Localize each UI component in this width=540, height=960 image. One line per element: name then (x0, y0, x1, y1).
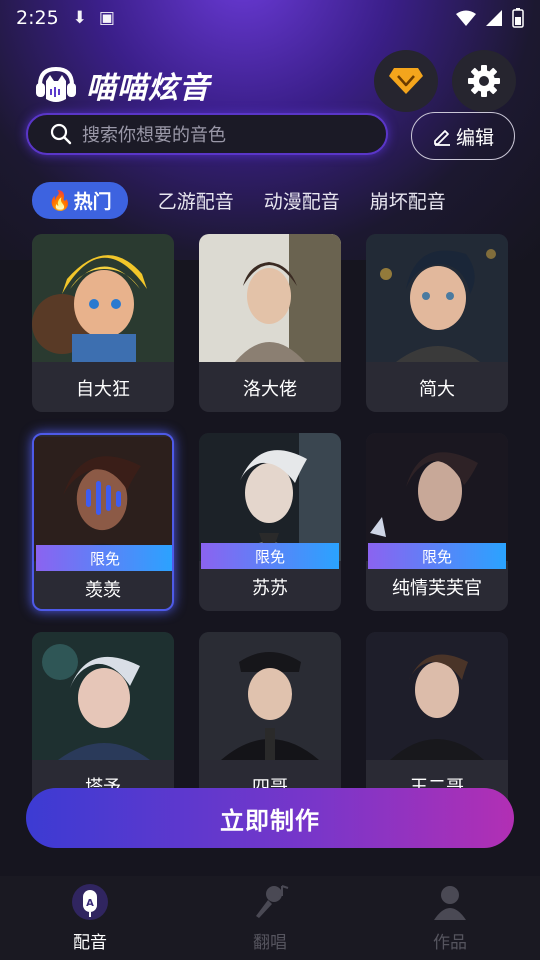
avatar (199, 632, 341, 760)
voice-card-selected[interactable]: 限免 羡羡 (32, 433, 174, 611)
vip-button[interactable] (374, 50, 438, 112)
voice-name: 洛大佬 (243, 379, 297, 400)
avatar (366, 433, 508, 561)
voice-card[interactable]: 王二哥 (366, 632, 508, 810)
status-time: 2:25 (16, 7, 59, 29)
nav-label: 作品 (433, 933, 467, 953)
create-now-button[interactable]: 立即制作 (26, 788, 514, 848)
avatar (199, 234, 341, 362)
status-bar: 2:25 ⬇ ▣ (0, 0, 540, 36)
notification-app-icon: ▣ (98, 8, 115, 28)
voice-name: 羡羡 (85, 580, 121, 601)
avatar (366, 632, 508, 760)
app-header: 喵喵炫音 (34, 60, 210, 110)
signal-icon (486, 10, 502, 26)
voice-card[interactable]: 自大狂 (32, 234, 174, 412)
voice-card[interactable]: 四哥 (199, 632, 341, 810)
voice-name: 纯情芙芙官 (392, 578, 482, 599)
search-icon (50, 123, 72, 145)
fire-icon: 🔥 (48, 189, 72, 212)
category-tabs: 🔥 热门 乙游配音 动漫配音 崩坏配音 (32, 180, 476, 220)
gear-icon (468, 65, 500, 97)
search-bar[interactable]: 搜索你想要的音色 (26, 113, 388, 155)
search-placeholder: 搜索你想要的音色 (82, 125, 226, 146)
tab-otome-dubbing[interactable]: 乙游配音 (158, 187, 234, 214)
voice-name: 苏苏 (252, 578, 288, 599)
svg-text:A: A (86, 898, 94, 909)
avatar (32, 632, 174, 760)
voice-card[interactable]: 洛大佬 (199, 234, 341, 412)
voice-name: 简大 (419, 379, 455, 400)
app-logo-icon (36, 66, 76, 102)
edit-button[interactable]: 编辑 (411, 112, 515, 160)
voice-card[interactable]: 简大 (366, 234, 508, 412)
wifi-icon (456, 10, 476, 26)
tab-hot[interactable]: 🔥 热门 (32, 181, 128, 219)
pencil-icon (434, 130, 450, 146)
avatar (366, 234, 508, 362)
nav-item-dubbing[interactable]: A 配音 (0, 876, 180, 960)
tab-anime-dubbing[interactable]: 动漫配音 (264, 187, 340, 214)
karaoke-mic-icon (250, 882, 290, 922)
nav-item-cover[interactable]: 翻唱 (180, 876, 360, 960)
vip-diamond-icon (389, 68, 423, 94)
nav-item-works[interactable]: 作品 (360, 876, 540, 960)
tab-label: 热门 (73, 190, 112, 213)
voice-card[interactable]: 限免 纯情芙芙官 (366, 433, 508, 611)
voice-name: 自大狂 (76, 379, 130, 400)
tab-honkai-dubbing[interactable]: 崩坏配音 (370, 187, 446, 214)
battery-icon (512, 8, 524, 28)
nav-label: 翻唱 (253, 933, 287, 953)
settings-button[interactable] (452, 50, 516, 112)
download-icon: ⬇ (72, 8, 87, 28)
voice-card[interactable]: 限免 苏苏 (199, 433, 341, 611)
free-badge: 限免 (201, 543, 339, 569)
microphone-icon: A (70, 882, 110, 922)
edit-button-label: 编辑 (455, 126, 494, 149)
free-badge: 限免 (368, 543, 506, 569)
avatar (32, 234, 174, 362)
app-title: 喵喵炫音 (86, 71, 210, 106)
nav-label: 配音 (73, 933, 107, 953)
profile-icon (430, 882, 470, 922)
voice-card[interactable]: 塔予 (32, 632, 174, 810)
audio-wave-icon (86, 481, 121, 515)
avatar (199, 433, 341, 561)
free-badge: 限免 (36, 545, 172, 571)
bottom-nav: A 配音 翻唱 作品 (0, 876, 540, 960)
